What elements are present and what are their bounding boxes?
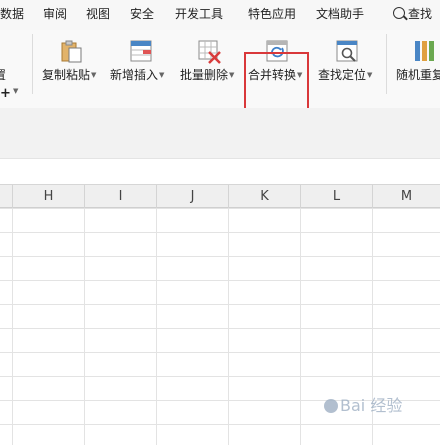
column-header-k[interactable]: K bbox=[229, 185, 301, 208]
ribbon-toolbar: 置 + ▼ 复制粘贴▼ 新增插入▼ 批量删除▼ 合并转换▼ 查找定位▼ 随机重复 bbox=[0, 30, 440, 123]
tab-developer[interactable]: 开发工具 bbox=[175, 5, 223, 22]
toolbar-spacer bbox=[0, 158, 440, 185]
column-header-row: H I J K L M bbox=[0, 184, 440, 208]
column-header-i[interactable]: I bbox=[85, 185, 157, 208]
column-header-h[interactable]: H bbox=[13, 185, 85, 208]
plus-icon[interactable]: + bbox=[0, 86, 11, 101]
ribbon-divider bbox=[32, 34, 33, 94]
batch-delete-button[interactable]: 批量删除▼ bbox=[178, 30, 240, 90]
insert-button[interactable]: 新增插入▼ bbox=[108, 30, 170, 90]
formula-bar-area bbox=[0, 108, 440, 158]
menu-tab-bar: 数据 审阅 视图 安全 开发工具 特色应用 文档助手 查找 bbox=[0, 0, 440, 30]
insert-label: 新增插入▼ bbox=[110, 68, 165, 82]
column-header-m[interactable]: M bbox=[373, 185, 440, 208]
tab-special-apps[interactable]: 特色应用 bbox=[248, 5, 296, 22]
find-locate-button[interactable]: 查找定位▼ bbox=[316, 30, 378, 90]
random-repeat-label: 随机重复 bbox=[396, 68, 440, 82]
grid-line bbox=[84, 208, 85, 445]
insert-rows-icon bbox=[130, 40, 152, 62]
tab-review[interactable]: 审阅 bbox=[43, 5, 67, 22]
column-header-partial[interactable] bbox=[0, 185, 13, 208]
column-header-l[interactable]: L bbox=[301, 185, 373, 208]
grid-line bbox=[228, 208, 229, 445]
search-label[interactable]: 查找 bbox=[408, 5, 432, 22]
tab-data[interactable]: 数据 bbox=[0, 5, 24, 22]
tab-security[interactable]: 安全 bbox=[130, 5, 154, 22]
ribbon-left-stub: 置 bbox=[0, 68, 7, 82]
random-repeat-icon bbox=[415, 41, 434, 61]
grid-line bbox=[300, 208, 301, 445]
watermark: Bai 经验 bbox=[322, 392, 402, 416]
find-locate-label: 查找定位▼ bbox=[318, 68, 373, 82]
tab-doc-assistant[interactable]: 文档助手 bbox=[316, 5, 364, 22]
batch-delete-label: 批量删除▼ bbox=[180, 68, 235, 82]
column-header-j[interactable]: J bbox=[157, 185, 229, 208]
ribbon-divider bbox=[386, 34, 387, 94]
grid-line bbox=[12, 208, 13, 445]
random-repeat-button[interactable]: 随机重复 bbox=[394, 30, 440, 90]
search-icon[interactable] bbox=[393, 7, 405, 19]
tab-view[interactable]: 视图 bbox=[86, 5, 110, 22]
find-locate-icon bbox=[336, 40, 358, 62]
delete-grid-icon bbox=[198, 40, 221, 64]
copy-paste-label: 复制粘贴▼ bbox=[42, 68, 97, 82]
clipboard-icon bbox=[61, 40, 82, 63]
chevron-down-icon[interactable]: ▼ bbox=[13, 87, 18, 95]
copy-paste-button[interactable]: 复制粘贴▼ bbox=[40, 30, 100, 90]
grid-line bbox=[156, 208, 157, 445]
paw-icon bbox=[324, 399, 338, 413]
